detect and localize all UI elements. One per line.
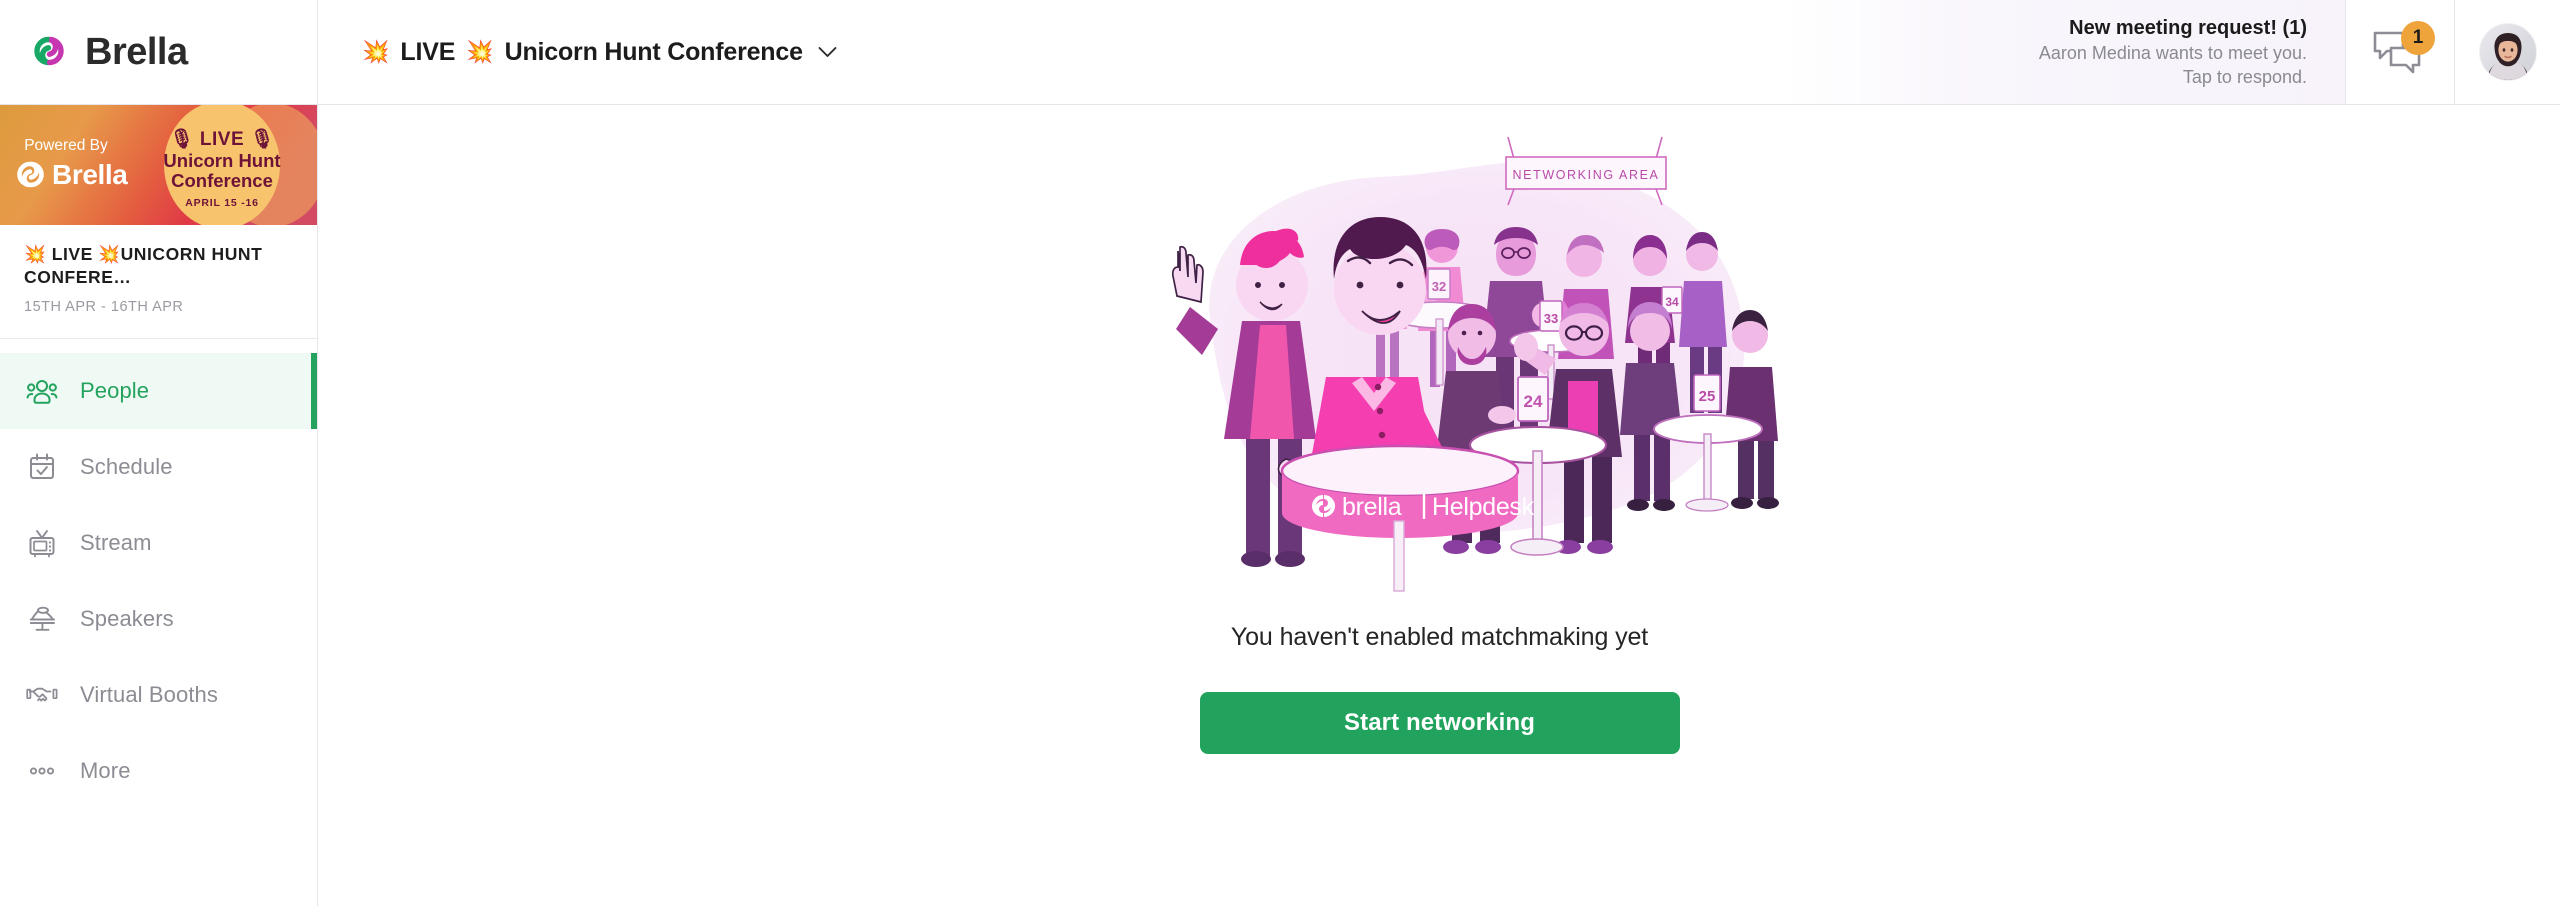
empty-state-title: You haven't enabled matchmaking yet <box>1230 623 1649 651</box>
event-dates: 15TH APR - 16TH APR <box>24 298 184 315</box>
event-title-part-a: LIVE <box>400 37 456 66</box>
chevron-down-icon <box>818 47 837 57</box>
sidebar-item-label: Schedule <box>80 454 173 480</box>
sidebar-item-schedule[interactable]: Schedule <box>0 429 317 505</box>
collision-emoji-icon: 💥 <box>362 39 390 64</box>
notification-line-2: Tap to respond. <box>2182 67 2307 87</box>
ellipsis-icon <box>26 755 58 787</box>
svg-text:Conference: Conference <box>171 170 273 191</box>
sidebar-nav-list: People Schedule Stream Speakers Virtual … <box>0 339 317 809</box>
sidebar-item-more[interactable]: More <box>0 733 317 809</box>
notification-line-1: Aaron Medina wants to meet you. <box>2038 42 2307 63</box>
svg-text:Brella: Brella <box>52 159 128 190</box>
sidebar-item-label: Virtual Booths <box>80 682 218 708</box>
brella-helpdesk-counter: brella Helpdesk <box>1280 444 1535 592</box>
event-meta: 💥 LIVE 💥UNICORN HUNT CONFERE… 15TH APR -… <box>0 225 317 340</box>
svg-text:Helpdesk: Helpdesk <box>1432 493 1535 521</box>
brella-wordmark: Brella <box>85 31 188 73</box>
svg-text:25: 25 <box>1698 388 1715 405</box>
handshake-icon <box>26 679 58 711</box>
event-name: 💥 LIVE 💥UNICORN HUNT CONFERE… <box>24 244 263 288</box>
sidebar-item-label: More <box>80 758 131 784</box>
sidebar-item-label: Stream <box>80 530 152 556</box>
svg-text:34: 34 <box>1665 295 1679 309</box>
event-switcher-button[interactable]: 💥 LIVE 💥 Unicorn Hunt Conference <box>358 32 841 73</box>
svg-text:Powered By: Powered By <box>24 137 108 154</box>
sidebar-item-stream[interactable]: Stream <box>0 505 317 581</box>
sidebar: Powered By Brella 🎙 LIVE 🎙 Unicorn Hunt … <box>0 105 318 906</box>
event-title-zone: 💥 LIVE 💥 Unicorn Hunt Conference <box>318 0 1785 104</box>
sidebar-item-speakers[interactable]: Speakers <box>0 581 317 657</box>
networking-illustration-graphic: NETWORKING AREA 32 33 34 25 24 brella He… <box>1171 136 1779 592</box>
calendar-check-icon <box>26 451 58 483</box>
people-icon <box>26 375 58 407</box>
svg-text:APRIL 15 -16: APRIL 15 -16 <box>185 197 259 209</box>
event-title-part-b: Unicorn Hunt Conference <box>504 37 803 66</box>
svg-text:32: 32 <box>1431 279 1445 294</box>
svg-text:Unicorn Hunt: Unicorn Hunt <box>163 150 280 171</box>
meeting-request-notification[interactable]: New meeting request! (1) Aaron Medina wa… <box>1785 0 2345 104</box>
app-root: Brella 💥 LIVE 💥 Unicorn Hunt Conference … <box>0 0 2560 906</box>
sidebar-item-virtual-booths[interactable]: Virtual Booths <box>0 657 317 733</box>
profile-button[interactable] <box>2455 0 2560 104</box>
chat-unread-badge: 1 <box>2401 21 2435 55</box>
svg-text:brella: brella <box>1342 493 1402 521</box>
brella-logo-zone[interactable]: Brella <box>0 0 318 104</box>
main-content: NETWORKING AREA 32 33 34 25 24 brella He… <box>319 105 2560 906</box>
collision-emoji-icon-2: 💥 <box>466 39 494 64</box>
chat-button[interactable]: 1 <box>2345 0 2455 104</box>
notification-title: New meeting request! (1) <box>2069 16 2307 39</box>
avatar <box>2479 24 2536 80</box>
svg-text:24: 24 <box>1523 392 1542 411</box>
top-header-bar: Brella 💥 LIVE 💥 Unicorn Hunt Conference … <box>0 0 2560 105</box>
brella-interlocking-circles-icon <box>34 36 64 66</box>
brella-logo[interactable]: Brella <box>26 29 188 75</box>
start-networking-button[interactable]: Start networking <box>1199 692 1680 754</box>
svg-text:33: 33 <box>1543 311 1557 326</box>
sidebar-item-label: People <box>80 378 150 404</box>
svg-text:NETWORKING AREA: NETWORKING AREA <box>1512 168 1659 182</box>
event-banner-graphic: Powered By Brella 🎙 LIVE 🎙 Unicorn Hunt … <box>0 105 317 225</box>
networking-illustration: NETWORKING AREA 32 33 34 25 24 brella He… <box>1090 119 1790 599</box>
sidebar-item-people[interactable]: People <box>0 353 317 430</box>
svg-text:🎙 LIVE 🎙: 🎙 LIVE 🎙 <box>169 128 274 150</box>
tv-icon <box>26 527 58 559</box>
event-promo-banner[interactable]: Powered By Brella 🎙 LIVE 🎙 Unicorn Hunt … <box>0 105 317 225</box>
sidebar-item-label: Speakers <box>80 606 174 632</box>
podium-icon <box>26 603 58 635</box>
